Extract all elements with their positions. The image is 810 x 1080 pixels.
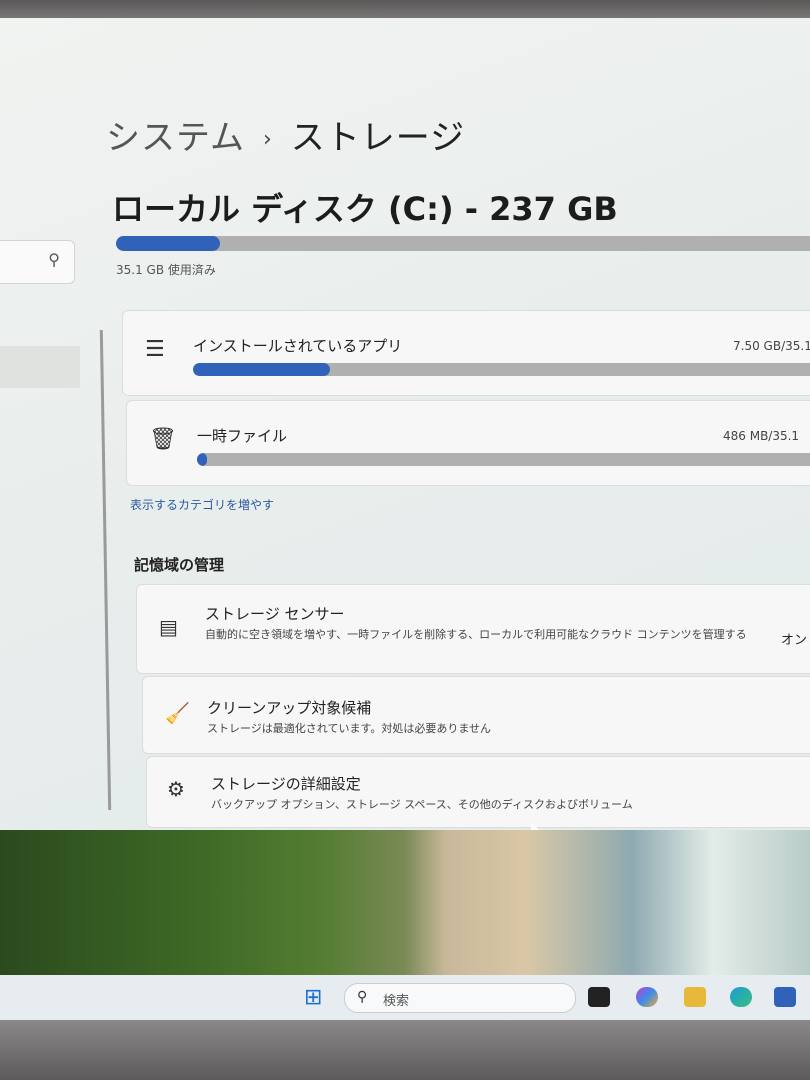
show-more-categories-link[interactable]: 表示するカテゴリを増やす — [130, 496, 274, 513]
cleanup-title: クリーンアップ対象候補 — [207, 699, 372, 717]
advanced-title: ストレージの詳細設定 — [211, 775, 361, 793]
nav-divider — [99, 330, 112, 810]
settings-search-box[interactable]: ⚲ — [0, 240, 75, 284]
disk-usage-fill — [116, 236, 220, 251]
category-size: 486 MB/35.1 — [723, 429, 800, 443]
storage-sense-state: オン — [781, 633, 808, 648]
advanced-desc: バックアップ オプション、ストレージ スペース、その他のディスクおよびボリューム — [211, 798, 633, 811]
desktop-wallpaper — [0, 830, 810, 975]
storage-sense-icon: ▤ — [159, 615, 178, 639]
nav-item-selected[interactable] — [0, 346, 80, 388]
disk-used-text: 35.1 GB 使用済み — [116, 263, 216, 277]
copilot-icon[interactable] — [636, 987, 658, 1007]
list-icon: ☰ — [145, 337, 165, 362]
search-icon: ⚲ — [48, 250, 60, 269]
category-usage-bar — [193, 363, 810, 376]
start-icon[interactable]: ⊞ — [304, 985, 322, 1010]
breadcrumb: システム › ストレージ — [106, 110, 465, 159]
section-title: 記憶域の管理 — [134, 556, 225, 574]
category-usage-bar — [197, 453, 810, 466]
category-size: 7.50 GB/35.1 — [733, 339, 810, 353]
disk-usage-bar — [116, 236, 810, 251]
trash-icon: 🗑 — [149, 427, 177, 452]
edge-icon[interactable] — [730, 987, 752, 1007]
category-usage-fill — [197, 453, 207, 466]
gear-icon: ⚙ — [167, 777, 185, 801]
file-explorer-icon[interactable] — [684, 987, 706, 1007]
broom-icon: 🧹 — [165, 701, 190, 725]
search-icon: ⚲ — [357, 989, 368, 1005]
cleanup-desc: ストレージは最適化されています。対処は必要ありません — [207, 722, 492, 735]
taskbar-search[interactable]: ⚲ 検索 — [344, 983, 576, 1013]
storage-sense-card[interactable]: ▤ ストレージ センサー 自動的に空き領域を増やす、一時ファイルを削除する、ロー… — [136, 584, 810, 674]
storage-sense-title: ストレージ センサー — [205, 605, 345, 623]
store-icon[interactable] — [774, 987, 796, 1007]
task-view-icon[interactable] — [588, 987, 610, 1007]
settings-window: ⚲ システム › ストレージ ローカル ディスク (C:) - 237 GB 35.… — [0, 18, 810, 830]
breadcrumb-system[interactable]: システム — [106, 118, 245, 158]
cleanup-recommendations-card[interactable]: 🧹 クリーンアップ対象候補 ストレージは最適化されています。対処は必要ありません — [142, 676, 810, 754]
advanced-storage-settings-card[interactable]: ⚙ ストレージの詳細設定 バックアップ オプション、ストレージ スペース、その他… — [146, 756, 810, 828]
category-installed-apps[interactable]: ☰ インストールされているアプリ 7.50 GB/35.1 — [122, 310, 810, 396]
category-usage-fill — [193, 363, 330, 376]
monitor-bezel-bottom — [0, 1020, 810, 1080]
category-temp-files[interactable]: 🗑 一時ファイル 486 MB/35.1 — [126, 400, 810, 486]
storage-sense-desc: 自動的に空き領域を増やす、一時ファイルを削除する、ローカルで利用可能なクラウド … — [205, 628, 747, 641]
breadcrumb-storage: ストレージ — [290, 118, 466, 158]
taskbar-search-placeholder: 検索 — [383, 994, 410, 1009]
category-label: インストールされているアプリ — [193, 337, 403, 355]
taskbar: ⊞ ⚲ 検索 — [0, 975, 810, 1020]
page-title: ローカル ディスク (C:) - 237 GB — [112, 190, 618, 228]
category-label: 一時ファイル — [197, 427, 288, 445]
chevron-right-icon: › — [262, 127, 273, 152]
